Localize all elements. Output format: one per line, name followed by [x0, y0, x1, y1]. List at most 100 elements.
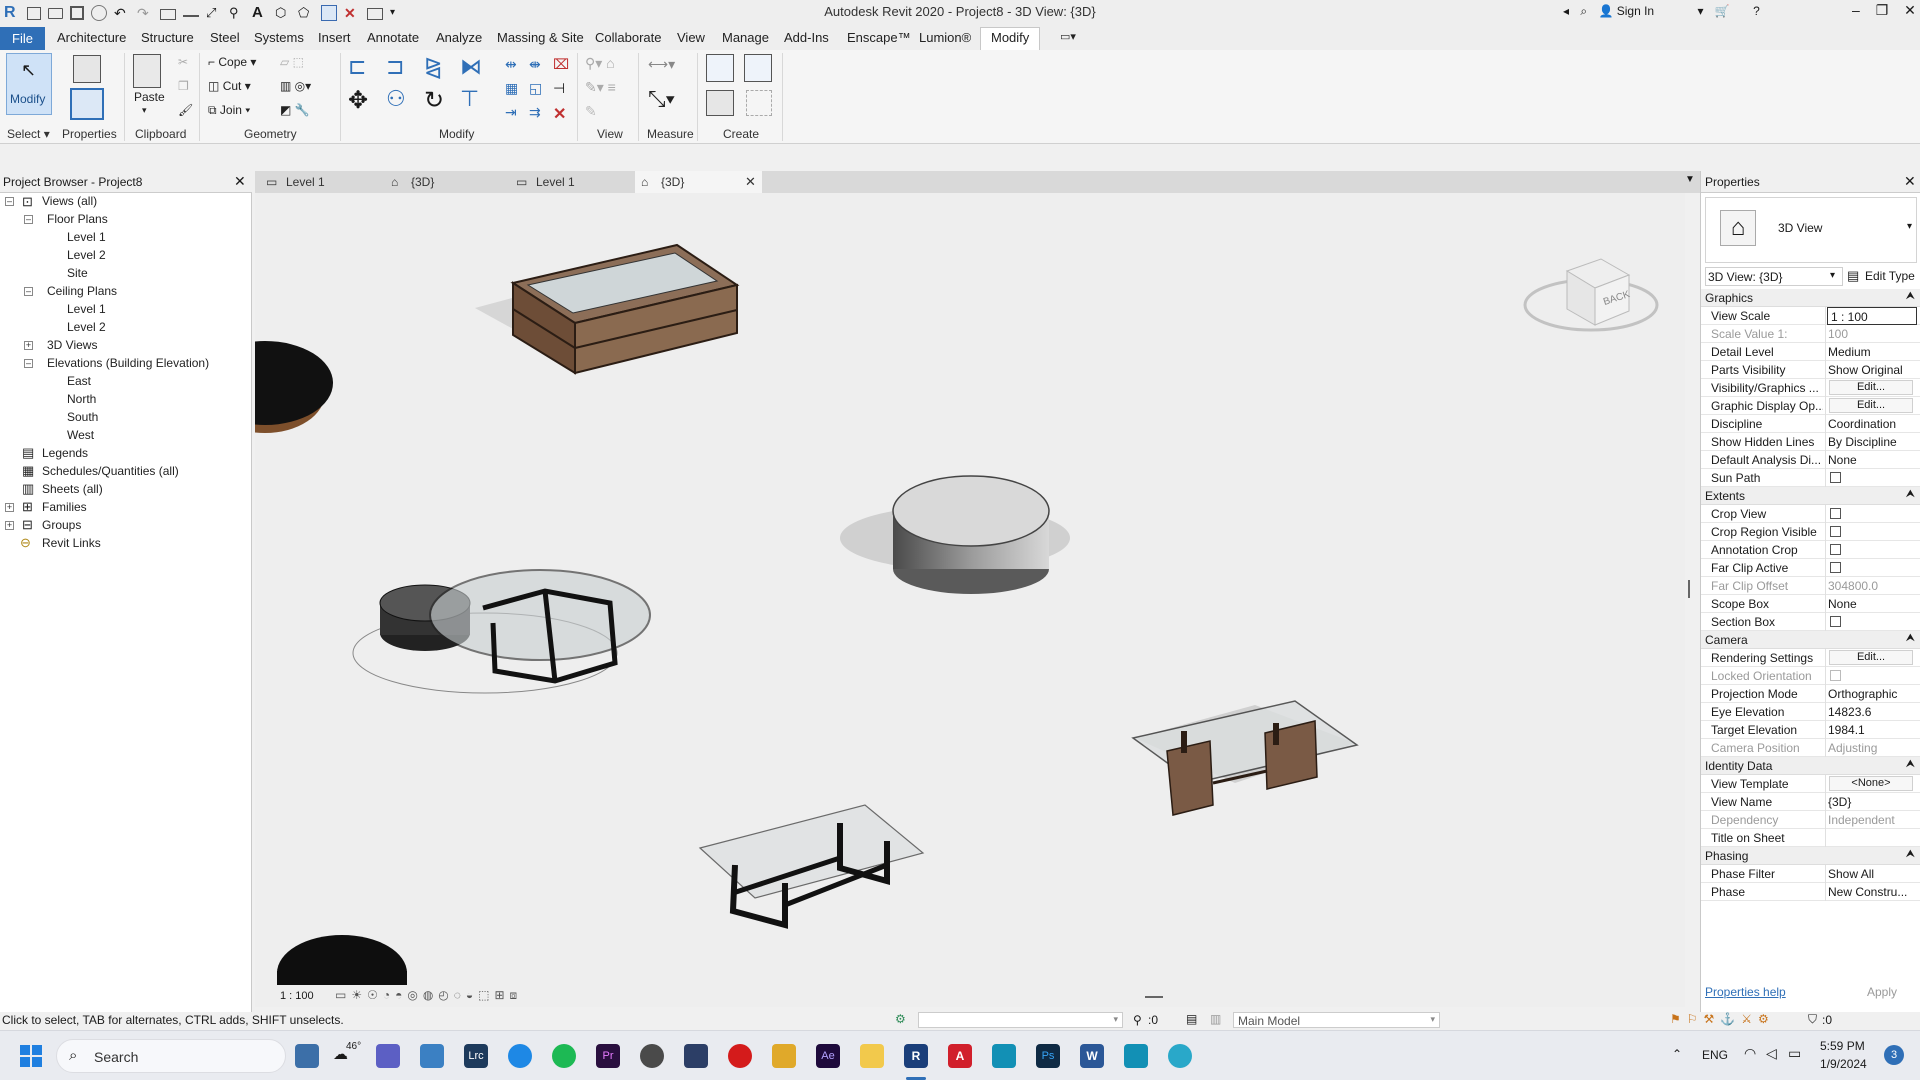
- 3dsmax-2-icon[interactable]: [1124, 1044, 1148, 1068]
- tab-enscape[interactable]: Enscape™: [847, 30, 911, 45]
- opera-icon[interactable]: [728, 1044, 752, 1068]
- tree-floor-plan-level1[interactable]: Level 1: [67, 230, 106, 244]
- crop-region-checkbox[interactable]: [1830, 526, 1841, 537]
- volume-icon[interactable]: ◁: [1766, 1045, 1777, 1062]
- view-tab-close-icon[interactable]: ✕: [745, 171, 756, 193]
- trim-extend-multiple-icon[interactable]: ⇉: [529, 104, 541, 121]
- tray-overflow-icon[interactable]: ⌃: [1672, 1047, 1682, 1061]
- cart-icon[interactable]: 🛒: [1715, 4, 1730, 18]
- aligned-dimension-ribbon-icon[interactable]: ⤡▾: [648, 86, 675, 112]
- tree-elevation-south[interactable]: South: [67, 410, 98, 424]
- override-graphics-icon[interactable]: ✎▾ ≡: [585, 79, 616, 96]
- wall-joins-icon[interactable]: ▱ ⬚: [280, 55, 304, 69]
- prop-view-name[interactable]: View Name {3D}: [1701, 793, 1920, 811]
- mirror-pick-axis-icon[interactable]: ⧎: [424, 54, 442, 80]
- black-round-table-bottom[interactable]: [277, 935, 407, 985]
- contextual-tab-dropdown-icon[interactable]: ▭▾: [1060, 30, 1076, 43]
- project-browser-close-icon[interactable]: ✕: [234, 173, 246, 190]
- collapse-toggle-icon[interactable]: –: [24, 287, 33, 296]
- view-control-icons[interactable]: ▭☀☉◔◓◎◍◴◌◒⬚⊞⧈: [335, 988, 522, 1003]
- tab-steel[interactable]: Steel: [210, 30, 240, 45]
- minimize-icon[interactable]: –: [1852, 2, 1860, 18]
- tree-revit-links[interactable]: Revit Links: [42, 536, 101, 550]
- exclude-options-icon[interactable]: ▥: [1210, 1012, 1221, 1026]
- trim-extend-icon[interactable]: ⊤: [460, 86, 479, 112]
- copy-clipboard-icon[interactable]: ❐: [178, 79, 189, 93]
- task-view-icon[interactable]: [295, 1044, 319, 1068]
- viewcube[interactable]: BACK: [1523, 245, 1663, 345]
- user-icon[interactable]: 👤: [1598, 4, 1613, 18]
- after-effects-icon[interactable]: Ae: [816, 1044, 840, 1068]
- network-app-icon[interactable]: [1168, 1044, 1192, 1068]
- array-icon[interactable]: ▦: [505, 80, 518, 97]
- filter-icon[interactable]: ⛉: [1808, 1012, 1817, 1027]
- unpin-icon[interactable]: ⌧: [553, 56, 569, 73]
- notification-badge[interactable]: 3: [1884, 1045, 1904, 1065]
- tree-legends[interactable]: Legends: [42, 446, 88, 460]
- collapse-section-icon[interactable]: ⮝: [1906, 632, 1915, 645]
- tab-annotate[interactable]: Annotate: [367, 30, 419, 45]
- tree-3d-views[interactable]: 3D Views: [47, 338, 97, 352]
- rotate-icon[interactable]: ↻: [424, 86, 444, 115]
- tab-modify[interactable]: Modify: [991, 30, 1029, 45]
- join-button[interactable]: ⧉ Join ▾: [208, 103, 250, 118]
- tab-add-ins[interactable]: Add-Ins: [784, 30, 829, 45]
- tab-architecture[interactable]: Architecture: [57, 30, 126, 45]
- prop-projection-mode[interactable]: Projection Mode Orthographic: [1701, 685, 1920, 703]
- split-face-icon[interactable]: ▥ ◎▾: [280, 79, 311, 93]
- calculator-icon[interactable]: [684, 1044, 708, 1068]
- section-camera[interactable]: Camera ⮝: [1701, 631, 1920, 649]
- tab-massing-site[interactable]: Massing & Site: [497, 30, 584, 45]
- paste-label[interactable]: Paste: [134, 90, 165, 104]
- search-arrow-icon[interactable]: ◂: [1563, 4, 1569, 18]
- prop-detail-level[interactable]: Detail Level Medium: [1701, 343, 1920, 361]
- properties-help-link[interactable]: Properties help: [1705, 985, 1786, 999]
- editable-only-icon[interactable]: ⚲: [1133, 1013, 1142, 1027]
- tree-floor-plans[interactable]: Floor Plans: [47, 212, 108, 226]
- round-table-left[interactable]: [255, 341, 333, 433]
- tab-lumion[interactable]: Lumion®: [919, 30, 971, 45]
- vg-edit-button[interactable]: Edit...: [1829, 380, 1913, 395]
- binoculars-icon[interactable]: ⌕: [1580, 4, 1587, 18]
- pin-icon[interactable]: ⊣: [553, 80, 565, 97]
- wifi-icon[interactable]: ◠: [1744, 1045, 1756, 1062]
- collapse-toggle-icon[interactable]: –: [24, 359, 33, 368]
- prop-hidden-lines[interactable]: Show Hidden Lines By Discipline: [1701, 433, 1920, 451]
- tree-ceiling-level2[interactable]: Level 2: [67, 320, 106, 334]
- tab-file[interactable]: File: [0, 27, 45, 50]
- collapse-section-icon[interactable]: ⮝: [1906, 848, 1915, 861]
- cut-geometry-button[interactable]: ◫ Cut ▾: [208, 79, 251, 93]
- worksharing-icon[interactable]: ⚙: [895, 1012, 906, 1026]
- file-explorer-icon[interactable]: [860, 1044, 884, 1068]
- expand-toggle-icon[interactable]: +: [24, 341, 33, 350]
- workset-dropdown[interactable]: ▾: [918, 1012, 1123, 1028]
- mirror-draw-axis-icon[interactable]: ⧑: [460, 54, 482, 80]
- tree-groups[interactable]: Groups: [42, 518, 81, 532]
- split-element-icon[interactable]: ⇹: [505, 56, 517, 73]
- gdo-edit-button[interactable]: Edit...: [1829, 398, 1913, 413]
- app-disc-icon[interactable]: [640, 1044, 664, 1068]
- expand-toggle-icon[interactable]: +: [5, 503, 14, 512]
- create-group-icon[interactable]: [706, 90, 734, 116]
- crop-view-checkbox[interactable]: [1830, 508, 1841, 519]
- viewcube-graphic[interactable]: [1523, 245, 1663, 345]
- delete-icon[interactable]: ✕: [553, 104, 566, 124]
- tab-systems[interactable]: Systems: [254, 30, 304, 45]
- autocad-icon[interactable]: A: [948, 1044, 972, 1068]
- close-icon[interactable]: ✕: [1904, 2, 1916, 18]
- glass-metal-frame-table[interactable]: [698, 804, 925, 929]
- expand-toggle-icon[interactable]: +: [5, 521, 14, 530]
- paste-dropdown-icon[interactable]: ▾: [142, 105, 147, 116]
- section-box-checkbox[interactable]: [1830, 616, 1841, 627]
- prop-parts-visibility[interactable]: Parts Visibility Show Original: [1701, 361, 1920, 379]
- modify-tool-button[interactable]: ↖ Modify: [6, 53, 52, 115]
- photoshop-icon[interactable]: Ps: [1036, 1044, 1060, 1068]
- tab-collaborate[interactable]: Collaborate: [595, 30, 662, 45]
- view-tab-level1-2[interactable]: ▭ Level 1: [510, 171, 630, 193]
- sign-in-link[interactable]: Sign In: [1617, 4, 1654, 18]
- view-template-button[interactable]: <None>: [1829, 776, 1913, 791]
- view-tab-3d[interactable]: ⌂ {3D}: [385, 171, 505, 193]
- trim-extend-single-icon[interactable]: ⇥: [505, 104, 517, 121]
- properties-close-icon[interactable]: ✕: [1904, 173, 1916, 190]
- model-viewport[interactable]: [255, 193, 1685, 985]
